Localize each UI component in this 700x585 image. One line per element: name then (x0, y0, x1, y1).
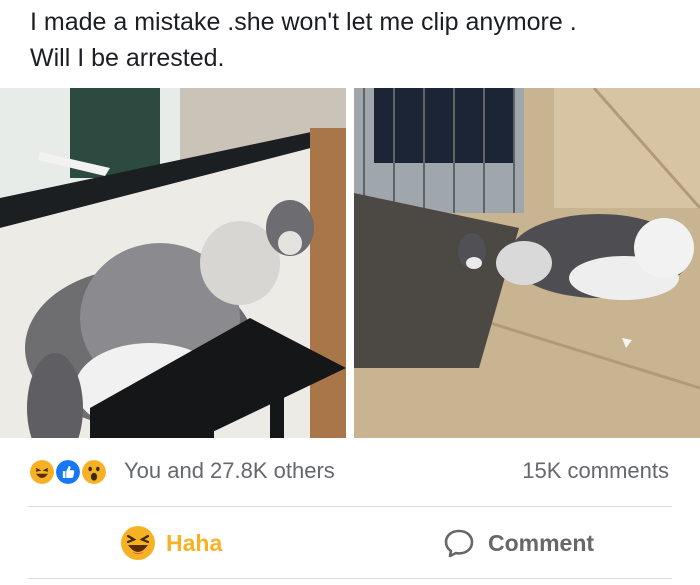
haha-icon (28, 458, 56, 486)
comment-button[interactable]: Comment (442, 523, 594, 563)
haha-icon (121, 526, 155, 560)
right-photo-cat-on-floor[interactable] (354, 88, 700, 438)
haha-button[interactable]: Haha (120, 523, 222, 563)
haha-button-label: Haha (166, 529, 223, 556)
comments-count[interactable]: 15K comments (522, 458, 669, 484)
wow-icon (80, 458, 108, 486)
photo-grid (0, 88, 700, 438)
reaction-bar: You and 27.8K others 15K comments (0, 448, 700, 498)
divider (28, 506, 672, 507)
reaction-summary[interactable]: You and 27.8K others (124, 458, 335, 484)
like-icon (54, 458, 82, 486)
action-bar: Haha Comment (0, 515, 700, 571)
left-photo-cat-on-stool[interactable] (0, 88, 346, 438)
post-text-line-2: Will I be arrested. (30, 44, 225, 72)
comment-icon (444, 529, 474, 558)
comment-button-label: Comment (488, 529, 595, 556)
divider (28, 578, 672, 579)
post-text: I made a mistake .she won't let me clip … (30, 4, 680, 76)
reaction-icons[interactable] (28, 455, 120, 489)
post-text-line-1: I made a mistake .she won't let me clip … (30, 8, 577, 36)
